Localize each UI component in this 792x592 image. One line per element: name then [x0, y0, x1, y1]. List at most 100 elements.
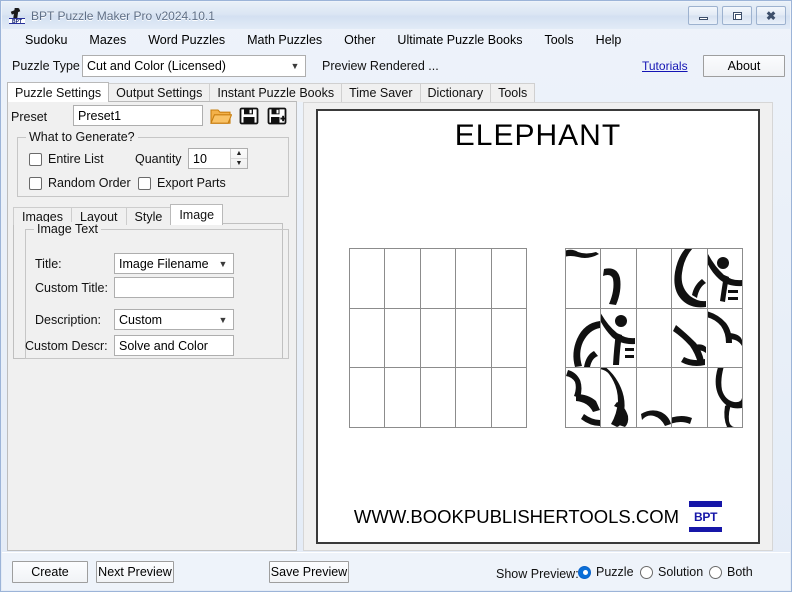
radio-show-both[interactable]: Both	[709, 565, 753, 579]
grid-cell[interactable]	[385, 249, 419, 308]
puzzle-piece[interactable]	[566, 249, 600, 308]
preview-page[interactable]: ELEPHANT	[316, 109, 760, 544]
menu-item-help[interactable]: Help	[585, 31, 633, 49]
radio-puzzle-label: Puzzle	[596, 565, 634, 579]
puzzle-type-select[interactable]: Cut and Color (Licensed) ▼	[82, 55, 306, 77]
entire-list-checkbox[interactable]: Entire List	[29, 152, 104, 166]
puzzle-piece[interactable]	[566, 368, 600, 427]
grid-cell[interactable]	[385, 309, 419, 368]
puzzle-piece[interactable]	[708, 368, 742, 427]
grid-cell[interactable]	[492, 368, 526, 427]
puzzle-piece[interactable]	[601, 309, 635, 368]
minimize-button[interactable]	[688, 6, 718, 25]
grid-cell[interactable]	[421, 368, 455, 427]
window-title: BPT Puzzle Maker Pro v2024.10.1	[31, 9, 215, 23]
grid-cell[interactable]	[492, 249, 526, 308]
grid-cell[interactable]	[350, 368, 384, 427]
menu-item-other[interactable]: Other	[333, 31, 386, 49]
tutorials-link[interactable]: Tutorials	[642, 59, 688, 73]
puzzle-piece[interactable]	[708, 249, 742, 308]
chevron-down-icon[interactable]: ▼	[231, 159, 247, 168]
description-select[interactable]: Custom ▼	[114, 309, 234, 330]
elephant-fragment-icon	[672, 249, 706, 308]
tab-instant-puzzle-books[interactable]: Instant Puzzle Books	[209, 83, 342, 102]
puzzle-piece[interactable]	[672, 249, 706, 308]
puzzle-piece[interactable]	[637, 368, 671, 427]
maximize-button[interactable]	[722, 6, 752, 25]
checkbox-box-icon	[29, 177, 42, 190]
puzzle-piece[interactable]	[601, 368, 635, 427]
folder-open-glyph	[210, 106, 232, 126]
puzzle-piece[interactable]	[672, 309, 706, 368]
logo-bar-bottom	[689, 527, 722, 532]
page-title: ELEPHANT	[318, 119, 758, 153]
random-order-checkbox[interactable]: Random Order	[29, 176, 131, 190]
elephant-fragment-icon	[566, 368, 600, 427]
custom-title-input[interactable]	[114, 277, 234, 298]
save-preview-button[interactable]: Save Preview	[269, 561, 349, 583]
menu-item-tools[interactable]: Tools	[533, 31, 584, 49]
subtab-image[interactable]: Image	[170, 204, 223, 225]
grid-cell[interactable]	[421, 249, 455, 308]
preset-label: Preset	[11, 110, 47, 124]
elephant-fragment-icon	[601, 368, 635, 427]
custom-descr-input[interactable]: Solve and Color	[114, 335, 234, 356]
tab-dictionary[interactable]: Dictionary	[420, 83, 492, 102]
radio-button-icon	[578, 566, 591, 579]
create-button[interactable]: Create	[12, 561, 88, 583]
subtab-style[interactable]: Style	[126, 207, 172, 225]
puzzle-piece[interactable]	[637, 309, 671, 368]
grid-cell[interactable]	[492, 309, 526, 368]
export-parts-checkbox[interactable]: Export Parts	[138, 176, 226, 190]
elephant-fragment-icon	[708, 368, 742, 427]
tab-puzzle-settings[interactable]: Puzzle Settings	[7, 82, 109, 102]
title-label: Title:	[35, 257, 62, 271]
save-as-icon[interactable]	[265, 104, 289, 128]
blank-answer-grid[interactable]	[349, 248, 527, 428]
image-text-title: Image Text	[34, 222, 101, 236]
checkbox-box-icon	[29, 153, 42, 166]
menu-item-ultimate-puzzle-books[interactable]: Ultimate Puzzle Books	[386, 31, 533, 49]
title-select[interactable]: Image Filename ▼	[114, 253, 234, 274]
grid-cell[interactable]	[456, 309, 490, 368]
about-button[interactable]: About	[703, 55, 785, 77]
tab-tools[interactable]: Tools	[490, 83, 535, 102]
next-preview-button[interactable]: Next Preview	[96, 561, 174, 583]
quantity-value: 10	[189, 152, 230, 166]
menu-item-mazes[interactable]: Mazes	[78, 31, 137, 49]
quantity-label: Quantity	[135, 152, 182, 166]
scrambled-elephant-grid[interactable]	[565, 248, 743, 428]
preset-input[interactable]: Preset1	[73, 105, 203, 126]
logo-bar-top	[689, 501, 722, 507]
preview-panel: ELEPHANT	[303, 102, 773, 551]
puzzle-piece[interactable]	[708, 309, 742, 368]
puzzle-piece[interactable]	[637, 249, 671, 308]
menu-item-word-puzzles[interactable]: Word Puzzles	[137, 31, 236, 49]
radio-show-puzzle[interactable]: Puzzle	[578, 565, 634, 579]
radio-button-icon	[640, 566, 653, 579]
chevron-up-icon[interactable]: ▲	[231, 149, 247, 159]
close-icon[interactable]: ✖	[756, 6, 786, 25]
save-icon[interactable]	[237, 104, 261, 128]
quantity-stepper[interactable]: 10 ▲ ▼	[188, 148, 248, 169]
folder-open-icon[interactable]	[209, 104, 233, 128]
grid-cell[interactable]	[350, 249, 384, 308]
grid-cell[interactable]	[350, 309, 384, 368]
grid-cell[interactable]	[385, 368, 419, 427]
puzzle-piece[interactable]	[672, 368, 706, 427]
logo-text: BPT	[689, 511, 722, 524]
spinner-arrows[interactable]: ▲ ▼	[230, 149, 247, 168]
elephant-fragment-icon	[566, 249, 600, 308]
entire-list-label: Entire List	[48, 152, 104, 166]
bpt-logo-icon: BPT	[689, 501, 722, 532]
puzzle-piece[interactable]	[566, 309, 600, 368]
grid-cell[interactable]	[421, 309, 455, 368]
tab-output-settings[interactable]: Output Settings	[108, 83, 210, 102]
menu-item-sudoku[interactable]: Sudoku	[14, 31, 78, 49]
grid-cell[interactable]	[456, 249, 490, 308]
puzzle-piece[interactable]	[601, 249, 635, 308]
menu-item-math-puzzles[interactable]: Math Puzzles	[236, 31, 333, 49]
tab-time-saver[interactable]: Time Saver	[341, 83, 420, 102]
radio-show-solution[interactable]: Solution	[640, 565, 703, 579]
grid-cell[interactable]	[456, 368, 490, 427]
